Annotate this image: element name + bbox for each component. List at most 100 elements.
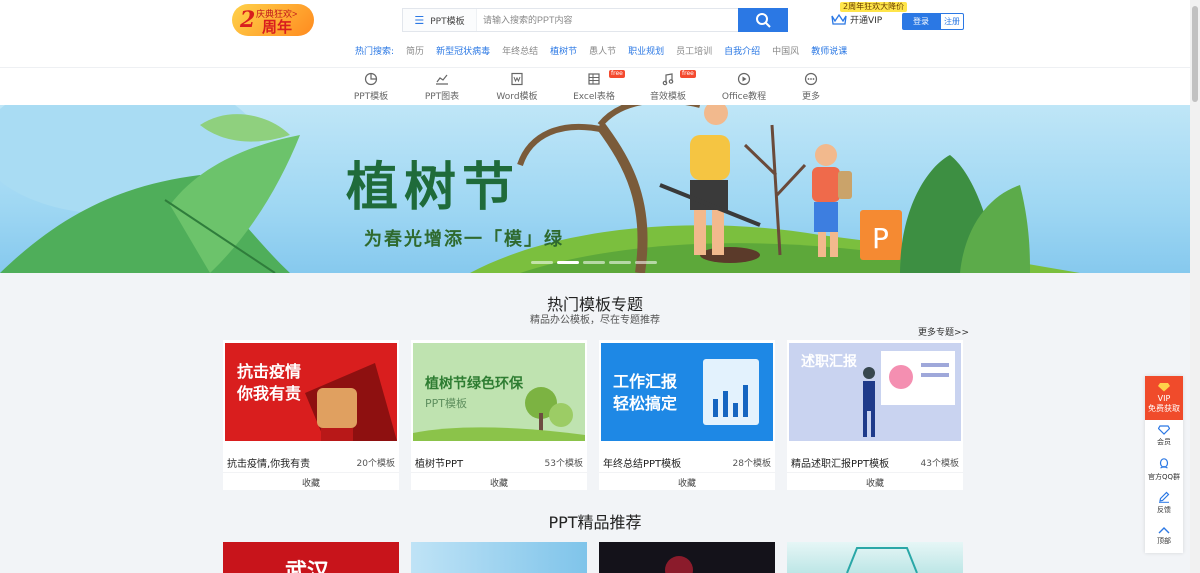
topic-thumb-text: 植树节绿色环保	[425, 376, 523, 392]
diamond-icon	[1158, 383, 1170, 392]
ppt-card-thumbnail[interactable]	[787, 542, 963, 573]
nav-label: Office教程	[721, 92, 767, 102]
hot-tag[interactable]: 职业规划	[628, 44, 664, 57]
free-badge: free	[609, 70, 625, 78]
favorite-button[interactable]: 收藏	[599, 472, 775, 489]
topic-card[interactable]: 植树节绿色环保 PPT模板 植树节PPT 53个模板 收藏	[411, 340, 587, 490]
side-item-label: 会员	[1157, 438, 1171, 446]
nav-office-tutorial[interactable]: Office教程	[709, 72, 779, 102]
topic-thumbnail[interactable]: 述职汇报	[789, 343, 961, 441]
banner-illustration: P	[0, 105, 1080, 273]
side-item-label: 反馈	[1157, 506, 1171, 514]
nav-more[interactable]: 更多	[776, 72, 846, 102]
search-category-label: PPT模板	[430, 16, 465, 27]
search-button[interactable]	[738, 8, 788, 32]
topic-thumb-text: 工作汇报 轻松搞定	[613, 372, 678, 413]
anniversary-logo[interactable]: 2 庆典狂欢> 周年	[222, 2, 318, 38]
carousel-dot-active[interactable]	[557, 261, 579, 264]
topic-name[interactable]: 年终总结PPT模板	[603, 455, 681, 470]
favorite-button[interactable]: 收藏	[411, 472, 587, 489]
ppt-card-thumbnail[interactable]	[599, 542, 775, 573]
carousel-dot[interactable]	[531, 261, 553, 264]
topic-name[interactable]: 精品述职汇报PPT模板	[791, 455, 889, 470]
hot-tag[interactable]: 中国风	[772, 44, 799, 57]
nav-label: 音效模板	[649, 92, 686, 102]
hero-banner[interactable]: P 植树节 为春光增添一「模」绿	[0, 105, 1190, 273]
nav-label: Word模板	[496, 92, 538, 102]
side-feedback-button[interactable]: 反馈	[1145, 491, 1183, 515]
vip-promo-tip: 2周年狂欢大降价	[840, 2, 908, 12]
hot-tag[interactable]: 员工培训	[676, 44, 712, 57]
play-circle-icon	[737, 72, 751, 86]
topic-name[interactable]: 抗击疫情,你我有责	[227, 455, 310, 470]
logo-big-text: 周年	[262, 19, 293, 36]
nav-ppt-chart[interactable]: PPT图表	[407, 72, 477, 102]
hot-tag[interactable]: 年终总结	[502, 44, 538, 57]
hot-tag[interactable]: 教师说课	[811, 44, 847, 57]
member-diamond-icon	[1158, 425, 1170, 435]
topic-thumbnail[interactable]: 植树节绿色环保 PPT模板	[413, 343, 585, 441]
banner-subtitle: 为春光增添一「模」绿	[364, 229, 564, 250]
carousel-dot[interactable]	[609, 261, 631, 264]
hot-search-bar: 热门搜索: 简历 新型冠状病毒 年终总结 植树节 愚人节 职业规划 员工培训 自…	[355, 44, 847, 57]
open-vip-button[interactable]: 开通VIP	[831, 13, 882, 26]
pie-chart-icon	[364, 72, 378, 86]
hot-tag[interactable]: 植树节	[550, 44, 577, 57]
topic-card[interactable]: 抗击疫情 你我有责 抗击疫情,你我有责 20个模板 收藏	[223, 340, 399, 490]
ppt-card-thumbnail[interactable]: 武汉	[223, 542, 399, 573]
topic-thumbnail[interactable]: 抗击疫情 你我有责	[225, 343, 397, 441]
side-member-button[interactable]: 会员	[1145, 425, 1183, 447]
search-icon	[756, 13, 771, 28]
nav-label: 更多	[801, 92, 820, 102]
ppt-recommend-title: PPT精品推荐	[548, 513, 642, 532]
free-vip-button[interactable]: VIP 免费获取	[1145, 376, 1183, 420]
side-item-label: 顶部	[1157, 537, 1171, 545]
search-input[interactable]	[483, 11, 733, 29]
hot-tag[interactable]: 简历	[406, 44, 424, 57]
nav-label: PPT模板	[353, 92, 389, 102]
site-header: 2 庆典狂欢> 周年 ☰ PPT模板 2周年狂欢大降价 开通VIP 登录 注册 …	[0, 0, 1190, 67]
table-icon	[588, 73, 600, 85]
open-vip-label: 开通VIP	[850, 16, 883, 26]
crown-icon	[831, 13, 847, 25]
favorite-button[interactable]: 收藏	[223, 472, 399, 489]
chevron-up-icon	[1158, 527, 1170, 534]
search-category-select[interactable]: ☰ PPT模板	[403, 9, 477, 31]
word-doc-icon	[511, 72, 523, 86]
ppt-card-thumbnail[interactable]	[411, 542, 587, 573]
topic-thumb-text: 述职汇报	[801, 354, 857, 370]
topic-card[interactable]: 述职汇报 精品述职汇报PPT模板 43个模板 收藏	[787, 340, 963, 490]
register-button[interactable]: 注册	[940, 13, 964, 30]
nav-label: PPT图表	[424, 92, 460, 102]
topic-count: 20个模板	[356, 459, 395, 469]
side-item-label: 官方QQ群	[1147, 473, 1181, 481]
topic-thumb-subtext: PPT模板	[425, 397, 467, 410]
page-scrollbar[interactable]	[1190, 0, 1200, 573]
nav-sound-template[interactable]: free 音效模板	[633, 70, 703, 102]
nav-word-template[interactable]: Word模板	[482, 72, 552, 102]
topic-count: 43个模板	[920, 459, 959, 469]
search-bar: ☰ PPT模板	[402, 8, 788, 32]
login-button[interactable]: 登录	[902, 13, 940, 30]
side-qq-group-button[interactable]: 官方QQ群	[1145, 458, 1183, 482]
scrollbar-thumb[interactable]	[1192, 6, 1198, 102]
carousel-dot[interactable]	[583, 261, 605, 264]
line-chart-icon	[436, 74, 448, 85]
nav-excel-table[interactable]: free Excel表格	[559, 70, 629, 102]
ppt-card-art	[846, 547, 918, 573]
hot-tag[interactable]: 新型冠状病毒	[436, 44, 490, 57]
carousel-dot[interactable]	[635, 261, 657, 264]
topic-thumbnail[interactable]: 工作汇报 轻松搞定	[601, 343, 773, 441]
back-to-top-button[interactable]: 顶部	[1145, 526, 1183, 546]
topic-card[interactable]: 工作汇报 轻松搞定 年终总结PPT模板 28个模板 收藏	[599, 340, 775, 490]
favorite-button[interactable]: 收藏	[787, 472, 963, 489]
qq-icon	[1159, 458, 1169, 469]
hot-tag[interactable]: 愚人节	[589, 44, 616, 57]
menu-icon: ☰	[414, 13, 425, 27]
nav-ppt-template[interactable]: PPT模板	[336, 72, 406, 102]
topic-name[interactable]: 植树节PPT	[415, 455, 463, 470]
hot-tag[interactable]: 自我介绍	[724, 44, 760, 57]
banner-carousel-dots	[531, 261, 657, 264]
hot-topics-subtitle: 精品办公模板，尽在专题推荐	[530, 315, 660, 326]
more-topics-link[interactable]: 更多专题>>	[918, 325, 969, 338]
